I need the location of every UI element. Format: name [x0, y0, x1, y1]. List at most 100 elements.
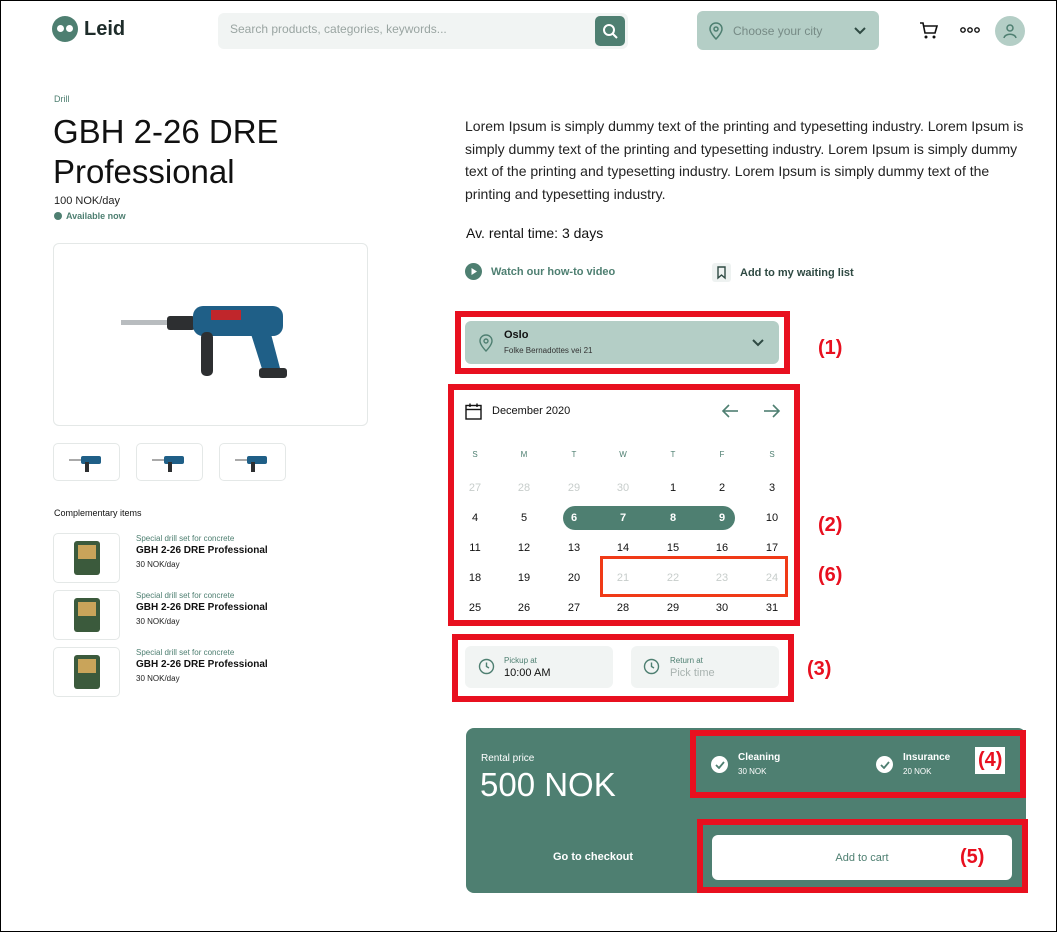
calendar-day[interactable]: 12 [509, 542, 539, 554]
thumbnail-3[interactable] [219, 443, 286, 481]
pickup-location-select[interactable]: Oslo Folke Bernadottes vei 21 [465, 321, 779, 364]
drill-set-image [53, 647, 120, 697]
annotation-label-1: (1) [818, 337, 843, 359]
return-time-label: Return at [670, 656, 703, 665]
city-selector[interactable]: Choose your city [697, 11, 879, 50]
thumbnail-1[interactable] [53, 443, 120, 481]
pickup-time-value: 10:00 AM [504, 667, 551, 679]
complementary-item[interactable]: Special drill set for concrete GBH 2-26 … [53, 590, 373, 640]
annotation-label-2: (2) [818, 514, 843, 536]
complementary-price: 30 NOK/day [136, 674, 180, 683]
chevron-down-icon [854, 26, 866, 34]
calendar-day[interactable]: 27 [559, 602, 589, 614]
product-description: Lorem Ipsum is simply dummy text of the … [465, 118, 1024, 202]
average-rental-time: Av. rental time: 3 days [466, 225, 604, 241]
calendar-day[interactable]: 16 [707, 542, 737, 554]
drill-thumbnail-image [234, 456, 267, 472]
complementary-item[interactable]: Special drill set for concrete GBH 2-26 … [53, 533, 373, 583]
calendar-day[interactable]: 8 [658, 512, 688, 524]
search-bar [218, 13, 628, 49]
calendar-day: 30 [616, 482, 630, 494]
highlight-box-6 [600, 556, 788, 597]
calendar-day[interactable]: 20 [559, 572, 589, 584]
city-placeholder: Choose your city [733, 23, 823, 38]
thumbnail-2[interactable] [136, 443, 203, 481]
weekday-label: W [619, 450, 627, 459]
calendar-day[interactable]: 6 [559, 512, 589, 524]
calendar-day: 29 [567, 482, 581, 494]
waiting-list-link[interactable]: Add to my waiting list [712, 263, 854, 282]
annotation-label-4: (4) [975, 747, 1006, 774]
product-category[interactable]: Drill [54, 94, 70, 104]
complementary-item[interactable]: Special drill set for concrete GBH 2-26 … [53, 647, 373, 697]
calendar-day[interactable]: 14 [608, 542, 638, 554]
cleaning-option[interactable]: Cleaning 30 NOK [711, 752, 780, 776]
bookmark-icon [712, 263, 731, 282]
drill-thumbnail-image [68, 456, 101, 472]
product-main-image[interactable] [53, 243, 368, 426]
drill-image [120, 305, 287, 378]
arrow-right-icon[interactable] [763, 404, 781, 418]
calendar-day[interactable]: 31 [757, 602, 787, 614]
calendar-day[interactable]: 3 [757, 482, 787, 494]
availability-text: Available now [66, 211, 126, 221]
insurance-option[interactable]: Insurance 20 NOK [876, 752, 950, 776]
search-icon [603, 24, 618, 39]
complementary-name: GBH 2-26 DRE Professional [136, 602, 268, 613]
calendar-day[interactable]: 17 [757, 542, 787, 554]
calendar-month: December 2020 [492, 405, 571, 417]
complementary-tag: Special drill set for concrete [136, 648, 235, 657]
calendar-day[interactable]: 1 [658, 482, 688, 494]
product-price: 100 NOK/day [54, 195, 121, 207]
complementary-name: GBH 2-26 DRE Professional [136, 659, 268, 670]
how-to-video-label: Watch our how-to video [491, 265, 616, 278]
calendar-day[interactable]: 9 [707, 512, 737, 524]
location-pin-icon [709, 21, 723, 40]
calendar-day[interactable]: 30 [707, 602, 737, 614]
calendar-day[interactable]: 29 [658, 602, 688, 614]
search-button[interactable] [595, 16, 625, 46]
calendar-day[interactable]: 26 [509, 602, 539, 614]
annotation-label-5: (5) [960, 846, 985, 868]
calendar-day[interactable]: 4 [460, 512, 490, 524]
pickup-time-field[interactable]: Pickup at 10:00 AM [465, 646, 613, 688]
product-title: GBH 2-26 DRE Professional [53, 113, 279, 190]
calendar-day[interactable]: 19 [509, 572, 539, 584]
how-to-video-link[interactable]: Watch our how-to video [465, 263, 615, 280]
go-to-checkout-button[interactable]: Go to checkout [553, 851, 633, 863]
calendar-day[interactable]: 18 [460, 572, 490, 584]
arrow-left-icon[interactable] [721, 404, 739, 418]
return-time-field[interactable]: Return at Pick time [631, 646, 779, 688]
calendar-day[interactable]: 25 [460, 602, 490, 614]
drill-thumbnail-image [151, 456, 184, 472]
more-icon [960, 27, 980, 33]
rental-price-label: Rental price [481, 753, 535, 764]
annotation-label-3: (3) [807, 658, 832, 680]
calendar-day[interactable]: 5 [509, 512, 539, 524]
logo[interactable]: Leid [52, 16, 125, 42]
complementary-tag: Special drill set for concrete [136, 534, 235, 543]
availability-badge: Available now [54, 211, 126, 221]
calendar-day[interactable]: 28 [608, 602, 638, 614]
calendar-day[interactable]: 11 [460, 542, 490, 554]
location-address: Folke Bernadottes vei 21 [504, 346, 593, 355]
calendar-day[interactable]: 7 [608, 512, 638, 524]
complementary-price: 30 NOK/day [136, 617, 180, 626]
play-icon [465, 263, 482, 280]
cart-button[interactable] [917, 18, 941, 42]
calendar-day[interactable]: 10 [757, 512, 787, 524]
weekday-label: T [571, 450, 577, 459]
cart-icon [920, 22, 939, 39]
calendar-day[interactable]: 15 [658, 542, 688, 554]
weekday-label: S [769, 450, 775, 459]
weekday-label: S [472, 450, 478, 459]
calendar-day[interactable]: 2 [707, 482, 737, 494]
more-button[interactable] [958, 18, 982, 42]
clock-icon [478, 658, 495, 675]
user-avatar[interactable] [995, 16, 1025, 46]
brand-name: Leid [84, 17, 126, 40]
pickup-time-label: Pickup at [504, 656, 537, 665]
calendar-day[interactable]: 13 [559, 542, 589, 554]
return-time-placeholder: Pick time [670, 667, 715, 679]
search-input[interactable] [230, 22, 590, 36]
